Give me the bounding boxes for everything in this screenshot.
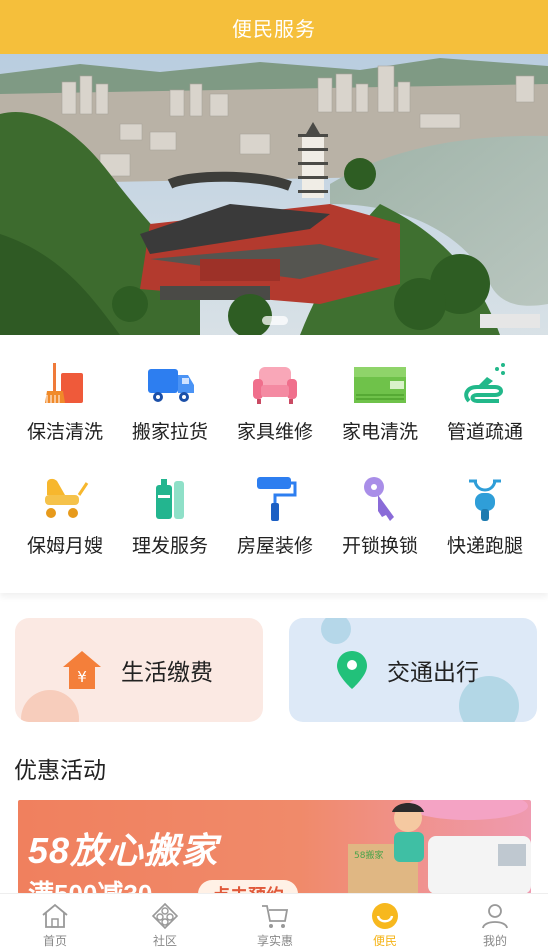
service-locksmith[interactable]: 开锁换锁 (328, 449, 432, 559)
scooter-icon (469, 479, 501, 521)
promo-cta-button[interactable]: 点击预约 (198, 880, 298, 894)
smile-icon (372, 903, 398, 929)
tab-label: 便民 (372, 934, 397, 948)
service-furniture[interactable]: 家具维修 (223, 335, 327, 445)
tab-profile[interactable]: 我的 (440, 894, 548, 952)
service-label: 家电清洗 (341, 422, 418, 443)
service-courier[interactable]: 快递跑腿 (433, 449, 537, 559)
service-appliance[interactable]: 家电清洗 (328, 335, 432, 445)
promo-banner[interactable]: 58放心搬家 满500减30 点击预约 58搬家 (18, 800, 531, 894)
card-label: 交通出行 (387, 659, 479, 685)
service-label: 房屋装修 (236, 536, 313, 557)
user-icon (482, 904, 508, 929)
svg-text:58搬家: 58搬家 (354, 849, 383, 861)
service-label: 保洁清洗 (26, 422, 103, 443)
home-icon (42, 903, 68, 928)
tab-label: 首页 (42, 934, 67, 948)
house-yuan-icon: ¥ (63, 651, 101, 689)
service-grid: 保洁清洗 搬家拉货 家具维修 家电清洗 管道疏通 保姆月嫂 理发服务 房屋装修 … (0, 335, 548, 593)
shopping-cart-icon (262, 905, 289, 928)
paint-roller-icon (257, 477, 297, 521)
service-label: 理发服务 (131, 536, 208, 557)
top-bar: 便民服务 (0, 0, 548, 54)
card-label: 生活缴费 (121, 659, 213, 685)
service-label: 保姆月嫂 (26, 536, 103, 557)
service-label: 家具维修 (236, 422, 313, 443)
tab-deals[interactable]: 享实惠 (220, 894, 330, 952)
tab-home[interactable]: 首页 (0, 894, 110, 952)
banner-image (0, 54, 548, 335)
service-label: 快递跑腿 (446, 536, 523, 557)
svg-text:¥: ¥ (77, 668, 87, 686)
service-cleaning[interactable]: 保洁清洗 (13, 335, 117, 445)
hairdresser-tools-icon (156, 479, 184, 519)
tab-label: 我的 (482, 934, 507, 948)
carousel-indicator[interactable] (262, 316, 288, 325)
tab-community[interactable]: 社区 (110, 894, 220, 952)
promo-illustration: 58搬家 (348, 800, 531, 894)
service-label: 搬家拉货 (131, 422, 208, 443)
location-pin-icon (337, 651, 367, 689)
sofa-icon (253, 367, 297, 404)
tab-label: 享实惠 (256, 934, 293, 948)
card-life-payment[interactable]: ¥ 生活缴费 (15, 618, 263, 722)
service-moving[interactable]: 搬家拉货 (118, 335, 222, 445)
card-traffic[interactable]: 交通出行 (289, 618, 537, 722)
bottom-tab-bar: 首页 社区 享实惠 便民 我的 (0, 893, 548, 952)
banner-carousel[interactable] (0, 54, 548, 335)
promo-subtitle: 满500减30 (28, 879, 153, 894)
service-nanny[interactable]: 保姆月嫂 (13, 449, 117, 559)
promo-headline: 58放心搬家 (28, 830, 219, 871)
moving-truck-icon (148, 369, 194, 402)
key-icon (364, 477, 394, 521)
service-label: 开锁换锁 (341, 536, 418, 557)
service-pipe[interactable]: 管道疏通 (433, 335, 537, 445)
pipe-hose-icon (464, 363, 505, 403)
section-title: 优惠活动 (14, 757, 106, 783)
service-label: 管道疏通 (446, 422, 523, 443)
community-icon (151, 902, 179, 930)
service-renovation[interactable]: 房屋装修 (223, 449, 327, 559)
tab-label: 社区 (152, 934, 177, 948)
page-title: 便民服务 (232, 18, 316, 41)
service-barber[interactable]: 理发服务 (118, 449, 222, 559)
tab-services[interactable]: 便民 (330, 894, 440, 952)
broom-bucket-icon (45, 363, 83, 403)
air-conditioner-icon (354, 367, 406, 403)
baby-stroller-icon (45, 478, 89, 518)
